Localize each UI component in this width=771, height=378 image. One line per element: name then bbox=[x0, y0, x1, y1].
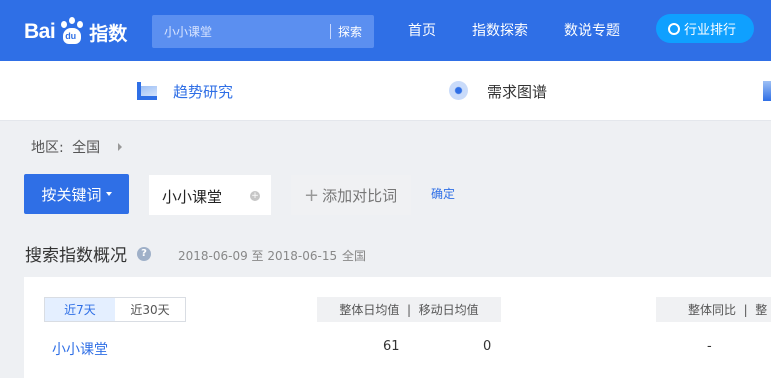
nav-index-explore[interactable]: 指数探索 bbox=[472, 20, 528, 40]
plus-icon: + bbox=[304, 184, 320, 206]
table-header-daily-avg: 整体日均值 | 移动日均值 bbox=[317, 297, 501, 322]
search-box: 小小课堂 探索 bbox=[152, 15, 374, 48]
logo-bai-text: Bai bbox=[24, 20, 56, 43]
industry-ranking-button[interactable]: 行业排行 bbox=[656, 14, 754, 43]
subnav-next-item-icon[interactable] bbox=[763, 81, 771, 101]
subnav-demand-graph[interactable]: 需求图谱 bbox=[487, 81, 547, 102]
nav-home[interactable]: 首页 bbox=[408, 20, 436, 40]
date-range: 2018-06-09 至 2018-06-15 bbox=[178, 249, 338, 263]
nav-data-topics[interactable]: 数说专题 bbox=[564, 20, 620, 40]
logo-du-text: du bbox=[65, 31, 77, 41]
help-icon[interactable]: ? bbox=[137, 247, 151, 261]
overall-yoy-value: - bbox=[707, 339, 712, 354]
keyword-value: 小小课堂 bbox=[162, 188, 223, 206]
region-label: 地区: bbox=[31, 140, 64, 156]
search-button[interactable]: 探索 bbox=[338, 23, 362, 40]
top-navigation-bar: Bai du 指数 小小课堂 探索 首页 指数探索 数说专题 行业排行 bbox=[0, 0, 771, 61]
tab-last-7-days[interactable]: 近7天 bbox=[45, 298, 115, 321]
keyword-add-icon[interactable]: + bbox=[250, 191, 260, 201]
period-toggle: 近7天 近30天 bbox=[44, 297, 186, 322]
sub-navigation: 趋势研究 需求图谱 bbox=[0, 61, 771, 121]
region-value: 全国 bbox=[72, 140, 101, 156]
section-title: 搜索指数概况 bbox=[25, 246, 127, 266]
mobile-daily-avg-value: 0 bbox=[483, 339, 492, 354]
region-chevron-right-icon bbox=[118, 143, 122, 151]
caret-down-icon bbox=[105, 192, 112, 196]
keyword-mode-label: 按关键词 bbox=[41, 185, 102, 204]
baidu-index-logo[interactable]: Bai du 指数 bbox=[24, 14, 127, 50]
subnav-trend-research[interactable]: 趋势研究 bbox=[173, 81, 233, 102]
table-header-yoy: 整体同比 | 整 bbox=[656, 297, 771, 322]
demand-graph-icon bbox=[449, 81, 468, 100]
baidu-paw-icon: du bbox=[57, 17, 87, 47]
keyword-input-box[interactable]: 小小课堂 + bbox=[149, 175, 271, 215]
add-compare-label: 添加对比词 bbox=[322, 186, 398, 205]
overview-panel bbox=[24, 277, 771, 378]
logo-zhishu-text: 指数 bbox=[89, 22, 128, 45]
keyword-mode-dropdown[interactable]: 按关键词 bbox=[24, 174, 129, 214]
trend-chart-icon bbox=[137, 82, 157, 100]
search-input[interactable]: 小小课堂 bbox=[164, 23, 212, 40]
add-compare-button[interactable]: + 添加对比词 bbox=[291, 175, 411, 215]
confirm-button[interactable]: 确定 bbox=[431, 185, 455, 202]
region-selector[interactable]: 地区: 全国 bbox=[31, 137, 100, 157]
tab-last-30-days[interactable]: 近30天 bbox=[115, 298, 185, 321]
ranking-icon bbox=[668, 22, 680, 35]
table-row-keyword[interactable]: 小小课堂 bbox=[52, 339, 108, 359]
industry-ranking-label: 行业排行 bbox=[684, 23, 737, 38]
search-divider bbox=[330, 24, 331, 39]
overview-region: 全国 bbox=[342, 249, 367, 263]
overall-daily-avg-value: 61 bbox=[383, 339, 400, 354]
